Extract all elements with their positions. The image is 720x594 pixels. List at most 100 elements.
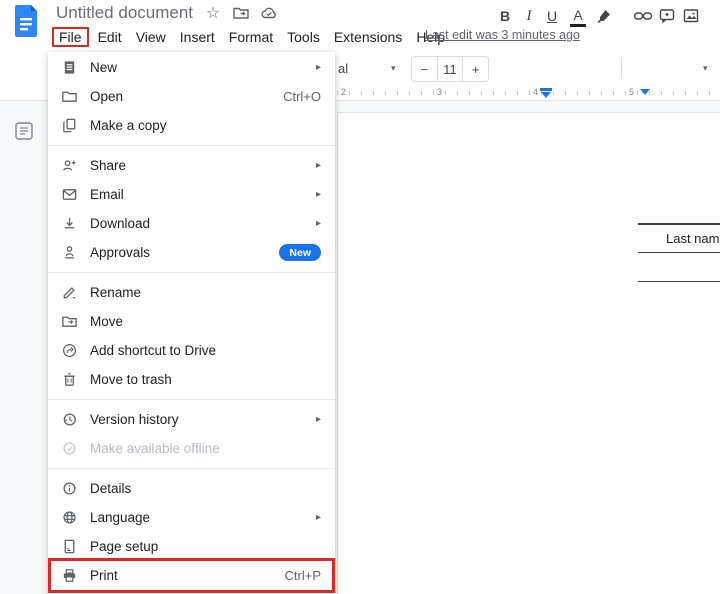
last-edit-link[interactable]: Last edit was 3 minutes ago — [425, 28, 580, 42]
font-size-control: − 11 + — [411, 56, 489, 82]
menu-edit[interactable]: Edit — [91, 28, 129, 46]
menu-item-label: Add shortcut to Drive — [90, 343, 217, 358]
menu-divider — [48, 468, 335, 469]
menu-item-label: Share — [90, 158, 127, 173]
move-folder-icon — [61, 313, 78, 330]
menu-item-label: Make available offline — [90, 441, 220, 456]
menu-extensions[interactable]: Extensions — [327, 28, 409, 46]
font-family-caret-icon[interactable]: ▾ — [391, 56, 396, 80]
download-icon — [61, 215, 78, 232]
menu-item-email[interactable]: Email ▸ — [48, 180, 335, 209]
menu-file[interactable]: File — [52, 27, 89, 47]
ruler-number: 4 — [533, 87, 539, 97]
menu-item-label: Approvals — [90, 245, 151, 260]
submenu-arrow-icon: ▸ — [315, 160, 321, 171]
email-icon — [61, 186, 78, 203]
cloud-saved-icon[interactable] — [260, 4, 278, 22]
add-comment-button[interactable] — [658, 4, 676, 28]
google-docs-app: Untitled document ☆ File Edit View Inser… — [0, 0, 720, 594]
file-menu-dropdown: New ▸ Open Ctrl+O Make a copy Share ▸ Em… — [48, 52, 335, 594]
ruler-ticks — [337, 91, 720, 95]
menu-item-download[interactable]: Download ▸ — [48, 209, 335, 238]
table-cell[interactable] — [638, 253, 720, 281]
menu-item-label: Move — [90, 314, 124, 329]
offline-icon — [61, 440, 78, 457]
table-column: Last name — [638, 225, 720, 281]
font-size-value[interactable]: 11 — [436, 57, 464, 81]
info-icon — [61, 480, 78, 497]
document-table[interactable]: Last name Email Phone ▾ Occupation — [638, 223, 720, 282]
menu-item-new[interactable]: New ▸ — [48, 53, 335, 82]
font-size-decrease-button[interactable]: − — [412, 57, 437, 81]
font-size-increase-button[interactable]: + — [463, 57, 488, 81]
drive-shortcut-icon — [61, 342, 78, 359]
menu-item-page-setup[interactable]: Page setup — [48, 532, 335, 561]
approvals-icon — [61, 244, 78, 261]
globe-icon — [61, 509, 78, 526]
font-family-select[interactable]: al — [338, 56, 348, 80]
italic-button[interactable]: I — [521, 4, 537, 28]
person-add-icon — [61, 157, 78, 174]
folder-open-icon — [61, 88, 78, 105]
menu-item-make-available-offline: Make available offline — [48, 434, 335, 463]
submenu-arrow-icon: ▸ — [315, 218, 321, 229]
menu-item-label: Move to trash — [90, 372, 172, 387]
page-setup-icon — [61, 538, 78, 555]
menu-item-label: Version history — [90, 412, 179, 427]
menu-item-move-to-trash[interactable]: Move to trash — [48, 365, 335, 394]
document-title[interactable]: Untitled document — [56, 3, 193, 23]
insert-link-button[interactable] — [633, 4, 653, 28]
title-actions: ☆ — [204, 4, 278, 22]
menu-item-move[interactable]: Move — [48, 307, 335, 336]
menu-view[interactable]: View — [129, 28, 173, 46]
move-folder-icon[interactable] — [232, 4, 250, 22]
underline-button[interactable]: U — [544, 4, 560, 28]
star-icon[interactable]: ☆ — [204, 4, 222, 22]
menu-item-rename[interactable]: Rename — [48, 278, 335, 307]
show-outline-icon[interactable] — [13, 120, 35, 142]
menu-item-label: Make a copy — [90, 118, 167, 133]
menu-item-label: Language — [90, 510, 151, 525]
menu-item-make-a-copy[interactable]: Make a copy — [48, 111, 335, 140]
trash-icon — [61, 371, 78, 388]
google-docs-logo[interactable] — [14, 4, 40, 38]
menu-insert[interactable]: Insert — [173, 28, 222, 46]
menu-item-language[interactable]: Language ▸ — [48, 503, 335, 532]
menu-item-label: Open — [90, 89, 124, 104]
menu-item-share[interactable]: Share ▸ — [48, 151, 335, 180]
submenu-arrow-icon: ▸ — [315, 512, 321, 523]
highlight-color-button[interactable] — [595, 4, 613, 28]
menu-item-details[interactable]: Details — [48, 474, 335, 503]
menu-format[interactable]: Format — [222, 28, 280, 46]
menu-item-version-history[interactable]: Version history ▸ — [48, 405, 335, 434]
left-indent-marker-icon[interactable] — [541, 92, 551, 98]
submenu-arrow-icon: ▸ — [315, 62, 321, 73]
copy-icon — [61, 117, 78, 134]
right-indent-marker-icon[interactable] — [640, 89, 650, 95]
submenu-arrow-icon: ▸ — [315, 414, 321, 425]
menubar: File Edit View Insert Format Tools Exten… — [52, 26, 452, 48]
ruler-number: 3 — [437, 87, 443, 97]
menu-item-label: Details — [90, 481, 132, 496]
menu-item-print[interactable]: Print Ctrl+P — [48, 558, 335, 593]
menu-item-label: Email — [90, 187, 124, 202]
table-header-cell[interactable]: Last name — [638, 225, 720, 253]
bold-button[interactable]: B — [497, 4, 513, 28]
indent-marker-bar[interactable] — [540, 88, 552, 91]
menu-item-open[interactable]: Open Ctrl+O — [48, 82, 335, 111]
menu-tools[interactable]: Tools — [280, 28, 327, 46]
menu-divider — [48, 272, 335, 273]
shortcut-label: Ctrl+O — [283, 89, 321, 104]
menu-item-label: Download — [90, 216, 151, 231]
insert-image-caret-icon[interactable]: ▾ — [703, 56, 708, 80]
history-icon — [61, 411, 78, 428]
insert-image-button[interactable] — [682, 4, 700, 28]
new-doc-icon — [61, 59, 78, 76]
menu-item-approvals[interactable]: Approvals New — [48, 238, 335, 267]
text-color-button[interactable]: A — [570, 7, 586, 27]
document-page[interactable]: Last name Email Phone ▾ Occupation — [337, 112, 720, 594]
menu-item-label: Rename — [90, 285, 142, 300]
rename-icon — [61, 284, 78, 301]
menu-item-add-shortcut-to-drive[interactable]: Add shortcut to Drive — [48, 336, 335, 365]
menu-divider — [48, 145, 335, 146]
